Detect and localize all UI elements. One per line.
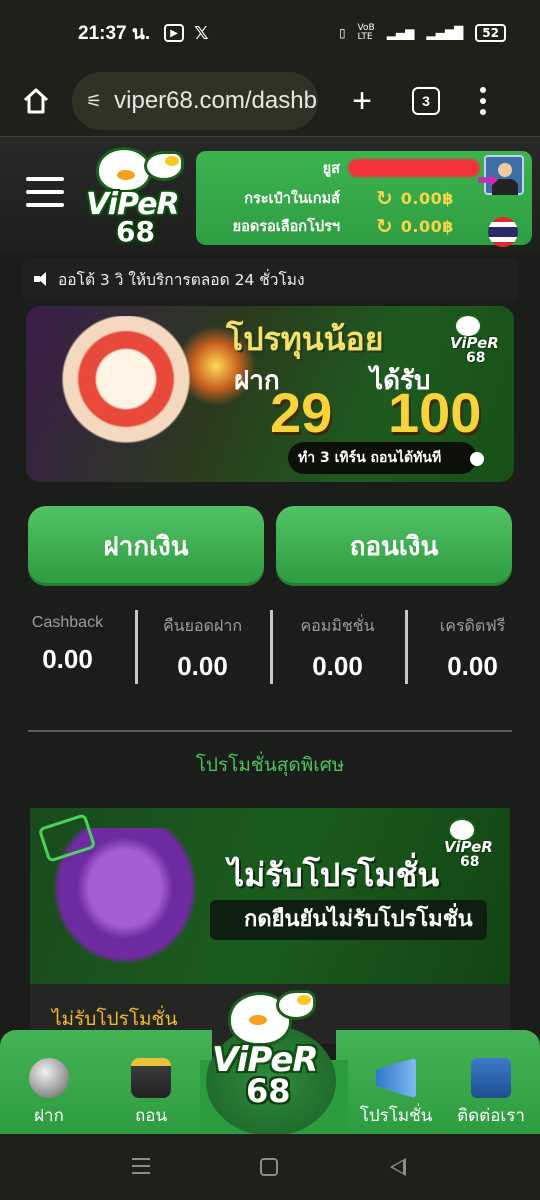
stat-deposit-refund: คืนยอดฝาก 0.00	[135, 610, 270, 686]
stat-label: คอมมิชชั่น	[300, 618, 375, 635]
nav-promotions[interactable]: โปรโมชั่น	[344, 1058, 448, 1129]
media-icon: ▶	[164, 24, 185, 42]
nav-withdraw-label: ถอน	[134, 1106, 168, 1126]
banner-logo: ViPeR 68	[444, 818, 498, 874]
stat-value: 0.00	[312, 651, 363, 681]
banner-logo: ViPeR 68	[450, 314, 504, 370]
stat-commission: คอมมิชชั่น 0.00	[270, 610, 405, 686]
refresh-wallet-icon[interactable]: ↻	[376, 186, 393, 210]
nav-deposit-label: ฝาก	[34, 1106, 64, 1126]
account-card: ยูส กระเป๋าในเกมส์ ↻ 0.00฿ ยอดรอเลือกโปร…	[196, 151, 532, 247]
volte-icon: VoB LTE	[357, 23, 375, 42]
battery-icon: 52	[475, 24, 506, 42]
speaker-icon	[34, 272, 50, 286]
promo-balance-amount: 0.00฿	[400, 216, 454, 236]
logo-number: 68	[246, 1072, 291, 1110]
recent-apps-icon[interactable]	[132, 1158, 150, 1174]
bottom-navigation: ฝาก ถอน ViPeR 68 โปรโมชั่น ติดต่อเรา	[0, 990, 540, 1136]
status-time: 21:37 น.	[78, 23, 151, 44]
stat-label: เครดิตฟรี	[439, 618, 506, 635]
logo-wing	[144, 151, 184, 181]
x-app-icon: 𝕏	[194, 22, 209, 44]
browser-toolbar: ⚟ viper68.com/dashboard + 3	[0, 66, 540, 136]
status-bar: 21:37 น. ▶ 𝕏 ▯ VoB LTE ▂▄▆ ▂▄▆█ 52	[0, 0, 540, 66]
refresh-promo-icon[interactable]: ↻	[376, 214, 393, 238]
tab-switcher-button[interactable]: 3	[412, 87, 440, 115]
username-redacted	[348, 159, 480, 177]
promo-deposit-amount: 29	[270, 381, 333, 444]
stat-value: 0.00	[447, 651, 498, 681]
nav-promotions-label: โปรโมชั่น	[359, 1106, 433, 1126]
user-row: ยูส	[196, 155, 532, 181]
stat-value: 0.00	[42, 644, 93, 674]
back-icon[interactable]	[390, 1158, 406, 1176]
stat-cashback: Cashback 0.00	[0, 610, 135, 686]
banner-logo-number: 68	[460, 854, 480, 870]
stat-label: Cashback	[31, 614, 104, 631]
vibrate-icon: ▯	[338, 26, 346, 40]
promo-title: โปรทุนน้อย	[226, 320, 384, 358]
lion-dance-illustration	[56, 316, 196, 456]
nav-withdraw[interactable]: ถอน	[106, 1058, 196, 1129]
promo-receive-amount: 100	[388, 381, 482, 444]
promo-balance-label: ยอดรอเลือกโปรฯ	[232, 218, 340, 235]
android-navigation-bar	[0, 1134, 540, 1200]
telephone-icon	[471, 1058, 511, 1098]
promo-balance-row: ยอดรอเลือกโปรฯ ↻ 0.00฿	[196, 213, 532, 239]
wallet-amount: 0.00฿	[400, 188, 454, 208]
signal-5g-icon: ▂▄▆	[386, 26, 415, 40]
android-home-icon[interactable]	[260, 1158, 278, 1176]
stat-value: 0.00	[177, 651, 228, 681]
banner-logo-number: 68	[466, 350, 486, 366]
nav-home-logo[interactable]: ViPeR 68	[206, 986, 336, 1136]
balance-stats: Cashback 0.00 คืนยอดฝาก 0.00 คอมมิชชั่น …	[0, 610, 540, 686]
user-label: ยูส	[322, 160, 340, 177]
status-indicators: ▯ VoB LTE ▂▄▆ ▂▄▆█ 52	[339, 24, 506, 42]
logo-number: 68	[116, 215, 155, 248]
promo-subtitle: ทำ 3 เทิร์น ถอนได้ทันที	[288, 442, 478, 474]
megaphone-icon	[376, 1058, 416, 1098]
promo-banner[interactable]: โปรทุนน้อย ฝาก ได้รับ 29 100 ทำ 3 เทิร์น…	[26, 306, 514, 482]
no-promo-subtitle: กดยืนยันไม่รับโปรโมชั่น	[210, 900, 487, 940]
site-settings-icon[interactable]: ⚟	[86, 91, 102, 112]
site-logo[interactable]: ViPeR 68	[86, 147, 194, 248]
coin-icon	[29, 1058, 69, 1098]
nav-contact[interactable]: ติดต่อเรา	[446, 1058, 536, 1129]
menu-icon[interactable]	[26, 177, 64, 207]
site-header: ViPeR 68 ยูส กระเป๋าในเกมส์ ↻ 0.00฿ ยอดร…	[0, 136, 540, 254]
browser-menu-icon[interactable]	[480, 87, 486, 115]
stat-free-credit: เครดิตฟรี 0.00	[405, 610, 540, 686]
nav-deposit[interactable]: ฝาก	[4, 1058, 94, 1129]
announcement-marquee: ออโต้ 3 วิ ให้บริการตลอด 24 ชั่วโมง	[22, 258, 518, 300]
logo-wing	[276, 990, 316, 1020]
thai-flag-icon[interactable]	[488, 217, 518, 247]
announcement-text: ออโต้ 3 วิ ให้บริการตลอด 24 ชั่วโมง	[58, 270, 305, 289]
section-title: โปรโมชั่นสุดพิเศษ	[195, 754, 345, 776]
treasure-chest-icon	[131, 1058, 171, 1098]
new-tab-button[interactable]: +	[342, 82, 382, 121]
nav-contact-label: ติดต่อเรา	[457, 1106, 525, 1126]
url-text: viper68.com/dashboard	[114, 87, 318, 114]
stat-label: คืนยอดฝาก	[162, 618, 243, 635]
carousel-dot[interactable]	[470, 452, 484, 466]
notification-icons: ▶ 𝕏	[164, 23, 209, 44]
signal-icon: ▂▄▆█	[426, 26, 464, 40]
address-bar[interactable]: ⚟ viper68.com/dashboard	[72, 72, 318, 130]
wallet-label: กระเป๋าในเกมส์	[244, 190, 340, 207]
no-promotion-banner[interactable]: ไม่รับโปรโมชั่น กดยืนยันไม่รับโปรโมชั่น …	[30, 808, 510, 984]
divider	[28, 730, 512, 732]
no-promo-title: ไม่รับโปรโมชั่น	[228, 856, 440, 894]
deposit-button[interactable]: ฝากเงิน	[28, 506, 264, 586]
withdraw-button[interactable]: ถอนเงิน	[276, 506, 512, 586]
home-icon[interactable]	[16, 81, 56, 121]
wallet-row: กระเป๋าในเกมส์ ↻ 0.00฿	[196, 185, 532, 211]
